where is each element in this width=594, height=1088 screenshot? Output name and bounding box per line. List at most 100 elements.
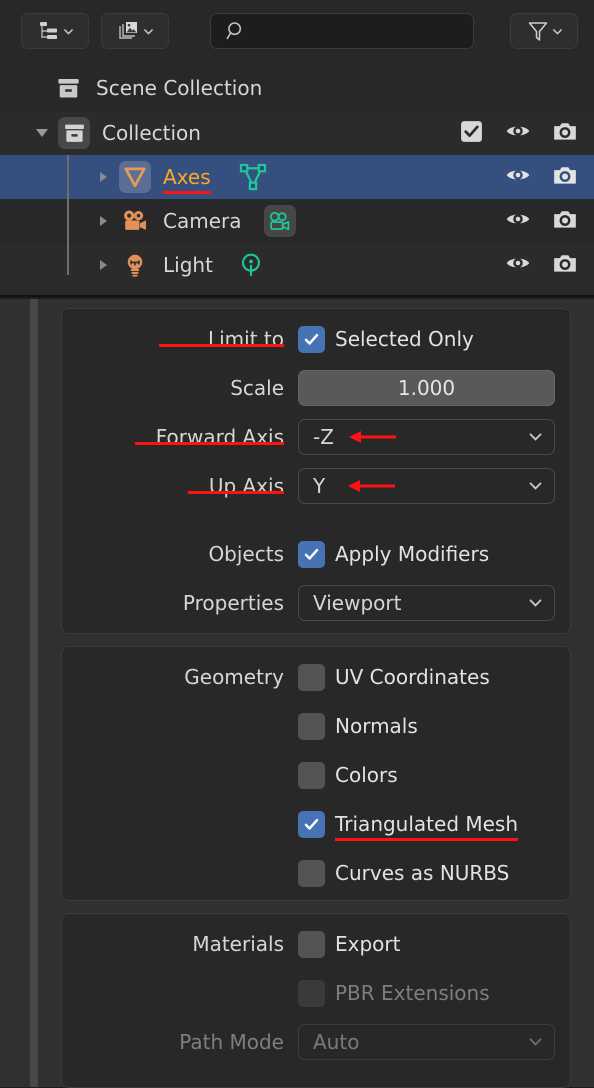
search-input[interactable] — [247, 22, 473, 40]
transform-section: Limit to Selected Only Scale 1.000 Forwa… — [61, 308, 571, 634]
outliner-editor: Scene Collection Collection Axes Camera … — [0, 0, 594, 297]
materials-row-1: PBR Extensions — [62, 972, 572, 1014]
light-data-icon[interactable] — [235, 249, 267, 281]
forward-axis-row: Forward Axis -Z — [62, 416, 572, 458]
filter-button[interactable] — [510, 13, 578, 49]
path-mode-label: Path Mode — [179, 1030, 284, 1054]
triangulated-mesh-label: Triangulated Mesh — [335, 812, 519, 841]
tree-hierarchy-line — [67, 155, 69, 275]
disclosure-triangle-open-icon[interactable] — [36, 129, 48, 137]
forward-axis-value: -Z — [313, 425, 334, 449]
camera-icon[interactable] — [552, 206, 578, 236]
up-axis-dropdown[interactable]: Y — [298, 468, 555, 504]
annotation-underline — [159, 344, 284, 347]
apply-modifiers-checkbox-row[interactable]: Apply Modifiers — [298, 536, 555, 572]
export-field: Export — [298, 926, 555, 962]
scale-row: Scale 1.000 — [62, 367, 572, 409]
normals-checkbox-row[interactable]: Normals — [298, 708, 555, 744]
uv-coordinates-field: UV Coordinates — [298, 659, 555, 695]
geometry-row-4: Curves as NURBS — [62, 852, 572, 894]
selected-only-label: Selected Only — [335, 327, 474, 351]
curves-as-nurbs-checkbox[interactable] — [298, 859, 325, 887]
chevron-down-icon — [528, 1030, 543, 1054]
annotation-arrow-left — [348, 428, 398, 446]
apply-modifiers-checkbox[interactable] — [298, 540, 325, 568]
materials-row-2: Path Mode Auto — [62, 1021, 572, 1063]
camera-icon[interactable] — [552, 162, 578, 192]
eye-icon[interactable] — [505, 206, 531, 236]
outliner-row-toggles — [459, 111, 578, 155]
outliner-row-collection[interactable]: Collection — [0, 111, 594, 155]
panel-scrollbar[interactable] — [30, 299, 38, 1087]
disclosure-triangle-closed-icon[interactable] — [100, 216, 107, 226]
pbr-extensions-label: PBR Extensions — [335, 981, 490, 1005]
selected-only-checkbox[interactable] — [298, 325, 325, 353]
materials-row-0: Materials Export — [62, 923, 572, 965]
camera-data-icon[interactable] — [263, 205, 296, 237]
objects-row: Objects Apply Modifiers — [62, 533, 572, 575]
colors-field: Colors — [298, 757, 555, 793]
apply-modifiers-field: Apply Modifiers — [298, 536, 555, 572]
filter-id-type-button[interactable] — [101, 13, 169, 49]
export-checkbox-row[interactable]: Export — [298, 926, 555, 962]
geometry-row-3: Triangulated Mesh — [62, 803, 572, 845]
export-checkbox[interactable] — [298, 930, 325, 958]
normals-checkbox[interactable] — [298, 712, 325, 740]
properties-label: Properties — [182, 591, 284, 615]
selected-only-checkbox-row[interactable]: Selected Only — [298, 321, 555, 357]
search-icon — [225, 20, 247, 42]
colors-checkbox[interactable] — [298, 761, 325, 789]
chevron-down-icon — [528, 591, 543, 615]
outliner-row-scene-collection[interactable]: Scene Collection — [0, 66, 594, 110]
disclosure-triangle-closed-icon[interactable] — [100, 260, 107, 270]
scale-value[interactable]: 1.000 — [298, 370, 555, 406]
camera-icon[interactable] — [552, 118, 578, 148]
chevron-down-icon — [63, 26, 74, 37]
curves-as-nurbs-checkbox-row[interactable]: Curves as NURBS — [298, 855, 555, 891]
search-field[interactable] — [210, 13, 474, 49]
checkbox-checked-icon[interactable] — [459, 119, 484, 148]
limit-to-row: Limit to Selected Only — [62, 318, 572, 360]
display-mode-button[interactable] — [21, 13, 89, 49]
up-axis-field[interactable]: Y — [298, 468, 555, 504]
chevron-down-icon — [528, 474, 543, 498]
forward-axis-field[interactable]: -Z — [298, 419, 555, 455]
panel-left-gutter — [0, 299, 30, 1087]
annotation-arrow-left — [347, 477, 397, 495]
properties-dropdown[interactable]: Viewport — [298, 585, 555, 621]
outliner-row-axes[interactable]: Axes — [0, 155, 594, 199]
properties-field[interactable]: Viewport — [298, 585, 555, 621]
uv-coordinates-label: UV Coordinates — [335, 665, 490, 689]
triangulated-mesh-checkbox-row[interactable]: Triangulated Mesh — [298, 806, 555, 842]
geometry-section-label: Geometry — [184, 665, 284, 689]
scale-label: Scale — [230, 376, 284, 400]
outliner-row-light[interactable]: Light — [0, 243, 594, 287]
eye-icon[interactable] — [505, 250, 531, 280]
panel-content: Limit to Selected Only Scale 1.000 Forwa… — [38, 299, 594, 1088]
mesh-data-icon[interactable] — [237, 161, 269, 193]
outliner-row-label: Camera — [163, 209, 242, 233]
outliner-row-camera[interactable]: Camera — [0, 199, 594, 243]
up-axis-value: Y — [313, 474, 326, 498]
eye-icon[interactable] — [505, 162, 531, 192]
uv-coordinates-checkbox[interactable] — [298, 663, 325, 691]
up-axis-row: Up Axis Y — [62, 465, 572, 507]
pbr-extensions-field: PBR Extensions — [298, 975, 555, 1011]
disclosure-triangle-closed-icon[interactable] — [100, 172, 107, 182]
outliner-display-mode-icon — [37, 19, 61, 43]
selected-only-field: Selected Only — [298, 321, 555, 357]
annotation-underline — [135, 442, 284, 445]
uv-coordinates-checkbox-row[interactable]: UV Coordinates — [298, 659, 555, 695]
triangulated-mesh-checkbox[interactable] — [298, 810, 325, 838]
colors-checkbox-row[interactable]: Colors — [298, 757, 555, 793]
camera-icon[interactable] — [552, 250, 578, 280]
path-mode-dropdown: Auto — [298, 1024, 555, 1060]
outliner-row-toggles — [505, 199, 578, 243]
normals-label: Normals — [335, 714, 418, 738]
eye-icon[interactable] — [505, 118, 531, 148]
camera-object-icon — [119, 205, 151, 237]
forward-axis-dropdown[interactable]: -Z — [298, 419, 555, 455]
up-axis-label: Up Axis — [62, 474, 298, 498]
scale-field[interactable]: 1.000 — [298, 370, 555, 406]
outliner-row-label: Axes — [163, 165, 211, 194]
